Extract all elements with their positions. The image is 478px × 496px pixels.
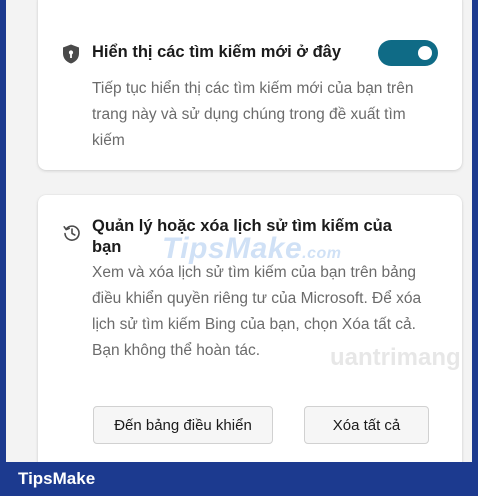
frame-left-border xyxy=(0,0,6,496)
watermark-secondary: uantrimang xyxy=(330,344,461,371)
show-new-searches-title: Hiển thị các tìm kiếm mới ở đây xyxy=(92,43,342,61)
show-new-searches-description: Tiếp tục hiển thị các tìm kiếm mới của b… xyxy=(92,80,414,149)
footer-bar: TipsMake xyxy=(0,462,478,496)
shield-icon xyxy=(63,44,79,64)
frame-right-border xyxy=(472,0,478,496)
go-to-dashboard-button[interactable]: Đến bảng điều khiển xyxy=(93,406,273,444)
footer-brand: TipsMake xyxy=(18,469,96,488)
clear-all-button[interactable]: Xóa tất cả xyxy=(304,406,429,444)
history-icon xyxy=(63,225,80,241)
scrollbar-track[interactable] xyxy=(462,0,472,462)
watermark-logo: TipsMake.com xyxy=(162,232,342,265)
toggle-knob xyxy=(418,46,432,60)
show-new-searches-toggle[interactable] xyxy=(378,40,438,66)
